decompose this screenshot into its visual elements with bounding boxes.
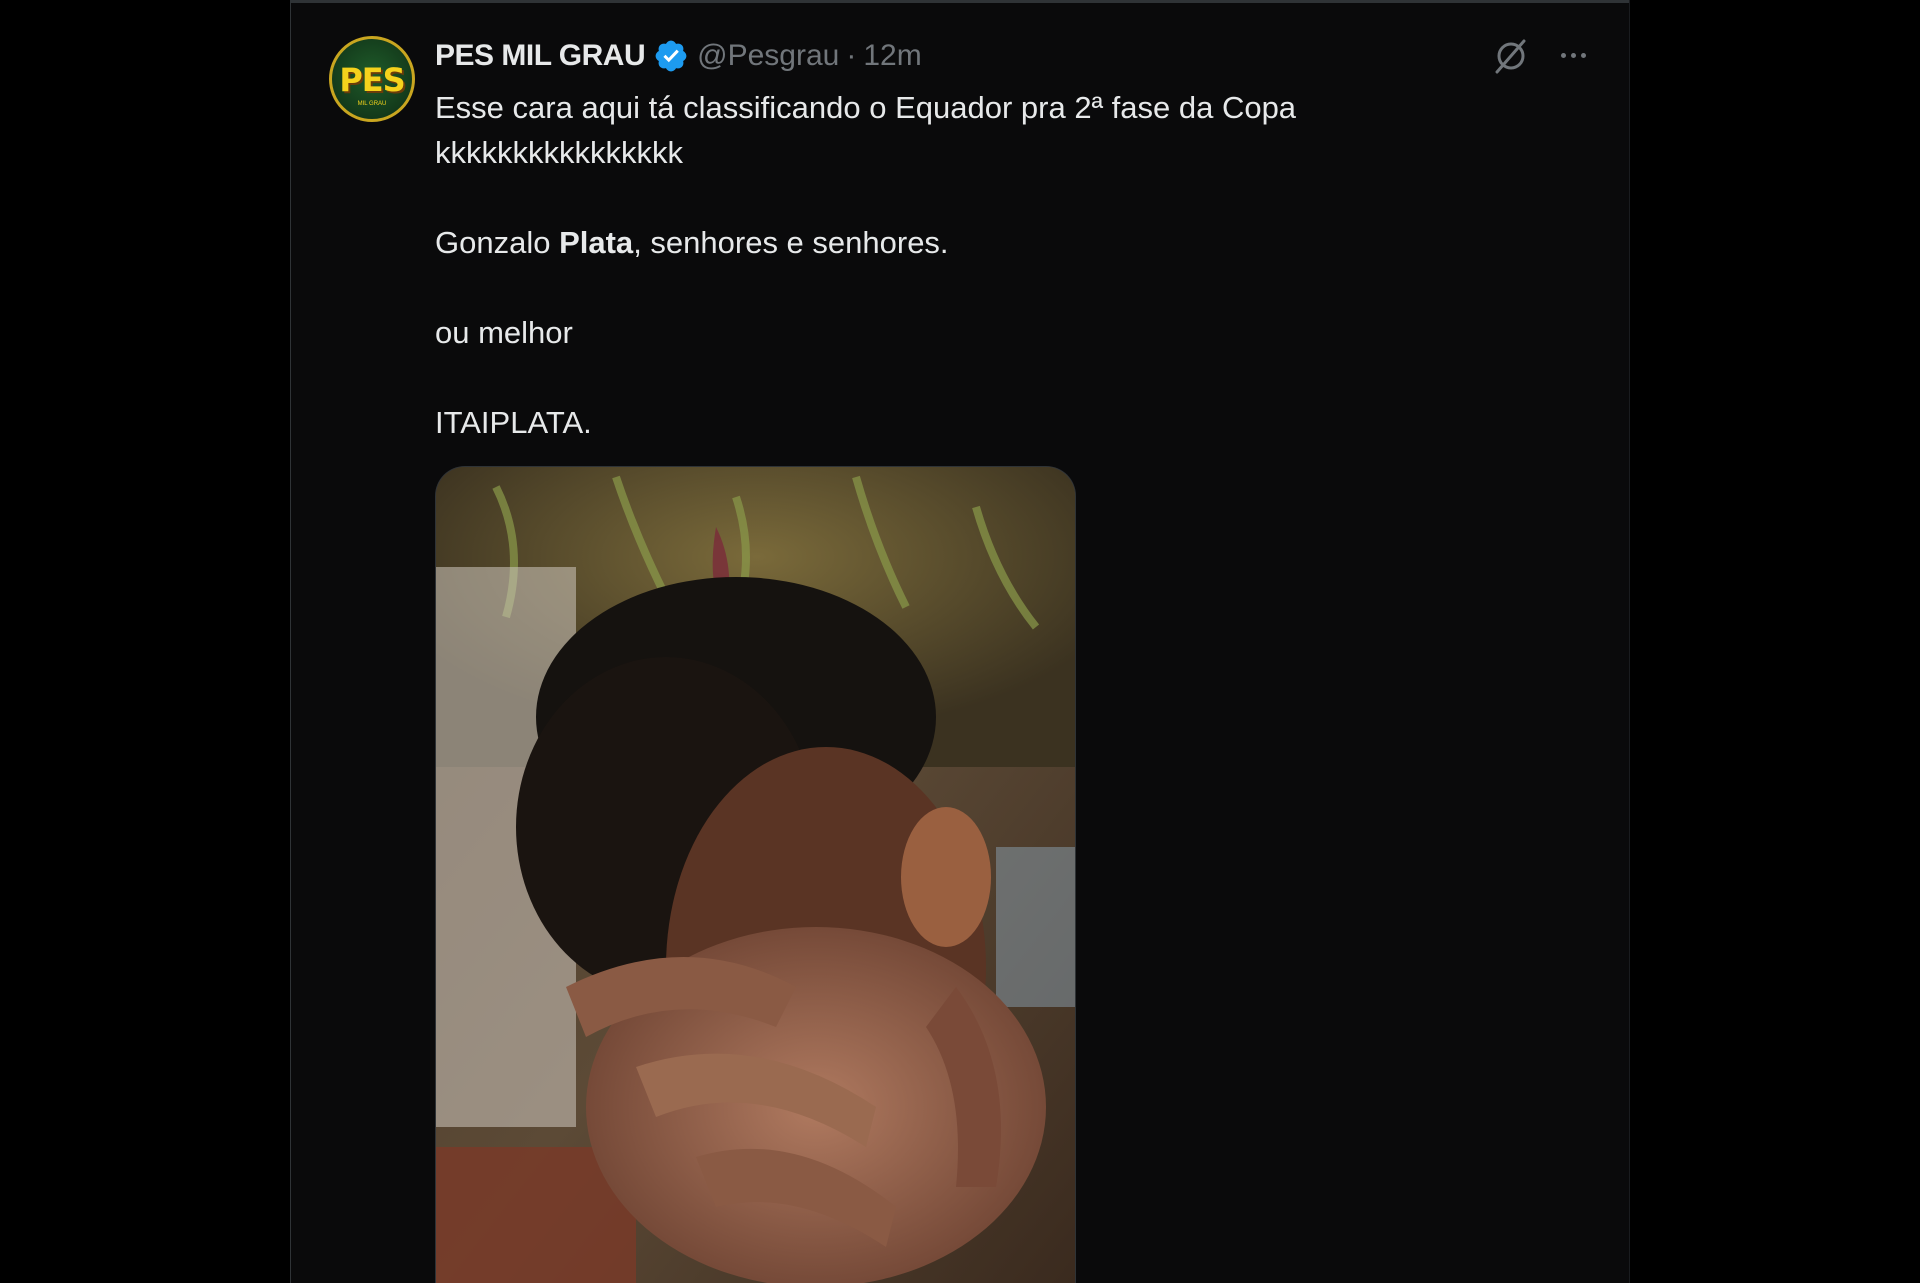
display-name[interactable]: PES MIL GRAU [435, 39, 646, 73]
more-dot-3 [1580, 52, 1586, 58]
avatar-logo-subtext: MIL GRAU [357, 101, 387, 107]
tweet-text-paragraph-3: ou melhor [435, 315, 573, 350]
paragraph-2-bold: Plata [559, 225, 634, 260]
more-options-icon[interactable] [1553, 38, 1593, 72]
tweet-text-paragraph-4: ITAIPLATA. [435, 405, 592, 440]
tweet-media-video[interactable] [435, 466, 1076, 1283]
video-frame-image [436, 467, 1075, 1283]
tweet-header: PES MIL GRAU @Pesgrau · 12m [435, 39, 922, 73]
paragraph-2-post: , senhores e senhores. [633, 225, 949, 260]
tweet-text-line-1: Esse cara aqui tá classificando o Equado… [435, 90, 1297, 125]
verified-badge-icon[interactable] [653, 38, 689, 74]
more-dot-1 [1560, 52, 1566, 58]
paragraph-2-pre: Gonzalo [435, 225, 560, 260]
separator-dot: · [846, 39, 857, 72]
timeline-column: PES MIL GRAU PES MIL GRAU @Pesgrau · 12m [290, 0, 1630, 1283]
tweet-text-paragraph-2: Gonzalo Plata, senhores e senhores. [435, 220, 1435, 265]
timestamp[interactable]: 12m [863, 39, 921, 73]
tweet[interactable]: PES MIL GRAU PES MIL GRAU @Pesgrau · 12m [291, 3, 1629, 1283]
page: PES MIL GRAU PES MIL GRAU @Pesgrau · 12m [0, 0, 1920, 1283]
avatar-logo-text: PES [339, 61, 405, 99]
tweet-text-line-2: kkkkkkkkkkkkkkkk [435, 135, 683, 170]
more-dot-2 [1570, 52, 1576, 58]
tweet-text: Esse cara aqui tá classificando o Equado… [435, 85, 1435, 445]
avatar[interactable]: PES MIL GRAU [329, 36, 415, 122]
handle[interactable]: @Pesgrau [697, 39, 839, 73]
grok-icon[interactable] [1491, 36, 1531, 76]
